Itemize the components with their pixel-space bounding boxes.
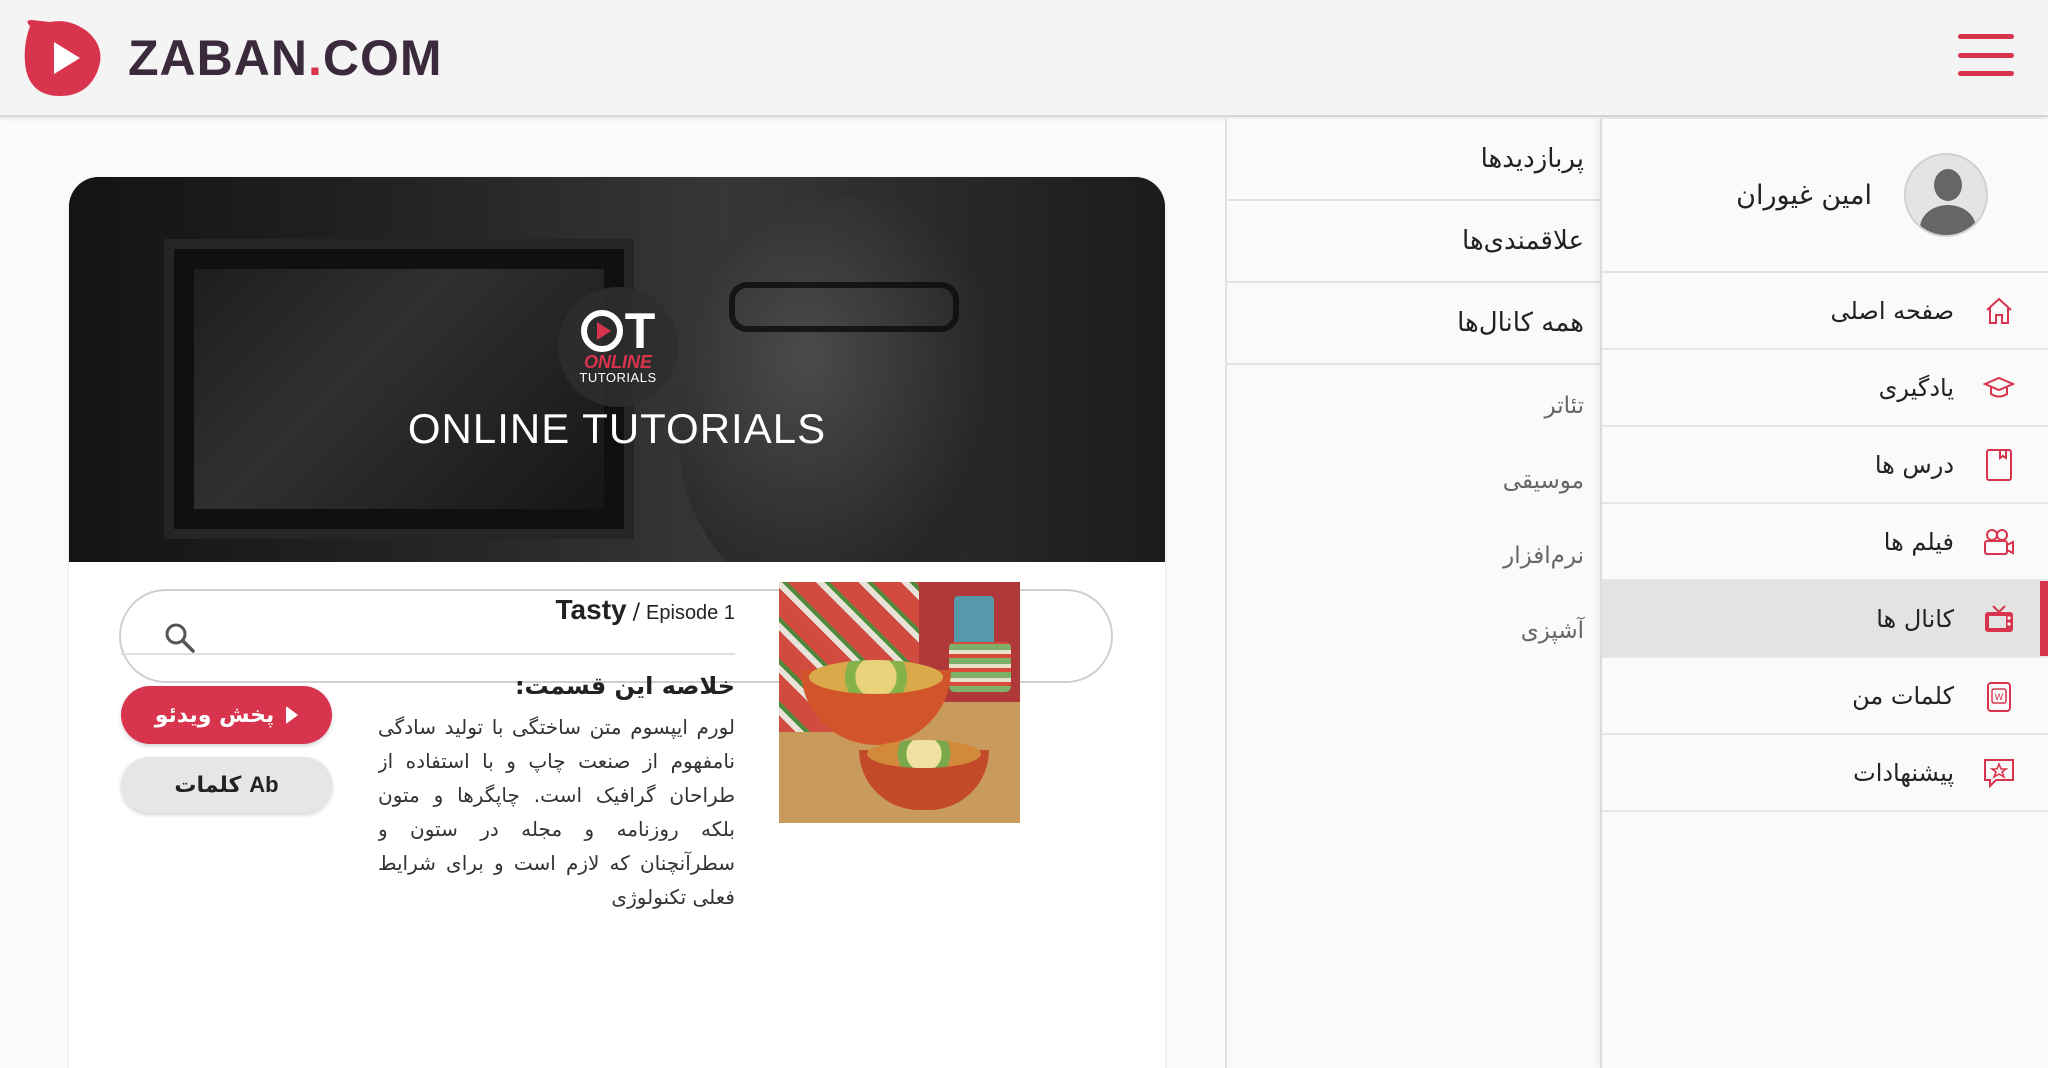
play-video-label: پخش ویدئو bbox=[154, 702, 275, 728]
brand-name: ZABAN.COM bbox=[128, 30, 443, 86]
filter-favorites[interactable]: علاقمندی‌ها bbox=[1227, 201, 1600, 283]
tv-icon bbox=[1980, 600, 2018, 638]
svg-text:W: W bbox=[1995, 693, 2004, 703]
avatar[interactable] bbox=[1904, 153, 1988, 237]
top-bar: ZABAN.COM bbox=[0, 0, 2048, 117]
sidebar-item-label: یادگیری bbox=[1878, 373, 1954, 402]
words-label: کلمات bbox=[174, 772, 242, 798]
sidebar-item-label: درس ها bbox=[1874, 450, 1954, 479]
ot-logo-mark: OTT bbox=[580, 306, 655, 356]
word-card-icon: W bbox=[1980, 677, 2018, 715]
channel-filter-column: پربازدیدها علاقمندی‌ها همه کانال‌ها تئات… bbox=[1225, 119, 1600, 1068]
book-icon bbox=[1980, 446, 2018, 484]
summary-text: لورم ایپسوم متن ساختگی با تولید سادگی نا… bbox=[378, 715, 735, 909]
channel-banner: OTT ONLINE TUTORIALS ONLINE TUTORIALS bbox=[69, 177, 1165, 562]
channel-title: ONLINE TUTORIALS bbox=[407, 405, 827, 452]
sidebar-item-label: صفحه اصلی bbox=[1830, 296, 1954, 325]
channel-logo: OTT ONLINE TUTORIALS bbox=[558, 287, 678, 407]
sidebar-item-home[interactable]: صفحه اصلی bbox=[1602, 273, 2048, 350]
play-icon bbox=[286, 706, 299, 724]
sidebar-item-channels[interactable]: کانال ها bbox=[1602, 581, 2048, 658]
sidebar-item-label: کلمات من bbox=[1852, 681, 1954, 710]
profile-name: امین غیوران bbox=[1736, 179, 1872, 211]
category-theater[interactable]: تئاتر bbox=[1227, 368, 1600, 443]
zaban-play-logo-icon bbox=[24, 20, 101, 96]
category-music[interactable]: موسیقی bbox=[1227, 443, 1600, 518]
episode-number: Episode 1 bbox=[646, 602, 735, 624]
star-chat-icon bbox=[1980, 754, 2018, 792]
filter-all-channels[interactable]: همه کانال‌ها bbox=[1227, 283, 1600, 365]
category-software[interactable]: نرم‌افزار bbox=[1227, 518, 1600, 593]
episode-thumbnail[interactable] bbox=[779, 582, 1020, 823]
words-ab-label: Ab bbox=[249, 772, 279, 797]
episode-separator: / bbox=[632, 600, 641, 625]
sidebar: امین غیوران صفحه اصلی یادگیری درس ها فیل… bbox=[1600, 119, 2048, 1068]
user-profile[interactable]: امین غیوران bbox=[1602, 119, 2048, 273]
sidebar-item-suggestions[interactable]: پیشنهادات bbox=[1602, 735, 2048, 812]
sidebar-item-my-words[interactable]: W کلمات من bbox=[1602, 658, 2048, 735]
play-circle-icon bbox=[580, 310, 623, 352]
sidebar-item-label: پیشنهادات bbox=[1853, 758, 1954, 787]
category-cooking[interactable]: آشپزی bbox=[1227, 593, 1600, 668]
sidebar-item-label: کانال ها bbox=[1876, 604, 1954, 633]
episode-name: Tasty bbox=[555, 594, 627, 625]
home-icon bbox=[1980, 292, 2018, 330]
hamburger-menu-icon[interactable] bbox=[1958, 34, 2014, 76]
zaban-logo[interactable]: ZABAN.COM bbox=[20, 18, 443, 98]
logo-online-text: ONLINE bbox=[583, 352, 652, 372]
sidebar-item-label: فیلم ها bbox=[1883, 527, 1954, 556]
logo-tutorials-text: TUTORIALS bbox=[579, 370, 657, 385]
episode-heading: Tasty / Episode 1 bbox=[121, 594, 735, 644]
filter-most-viewed[interactable]: پربازدیدها bbox=[1227, 119, 1600, 201]
divider bbox=[121, 653, 735, 655]
sidebar-item-learning[interactable]: یادگیری bbox=[1602, 350, 2048, 427]
graduation-cap-icon bbox=[1980, 369, 2018, 407]
play-video-button[interactable]: پخش ویدئو bbox=[121, 686, 332, 744]
video-camera-icon bbox=[1980, 523, 2018, 561]
words-button[interactable]: Ab کلمات bbox=[121, 757, 332, 813]
summary-title: خلاصه این قسمت: bbox=[514, 672, 735, 700]
sidebar-item-movies[interactable]: فیلم ها bbox=[1602, 504, 2048, 581]
sidebar-item-lessons[interactable]: درس ها bbox=[1602, 427, 2048, 504]
